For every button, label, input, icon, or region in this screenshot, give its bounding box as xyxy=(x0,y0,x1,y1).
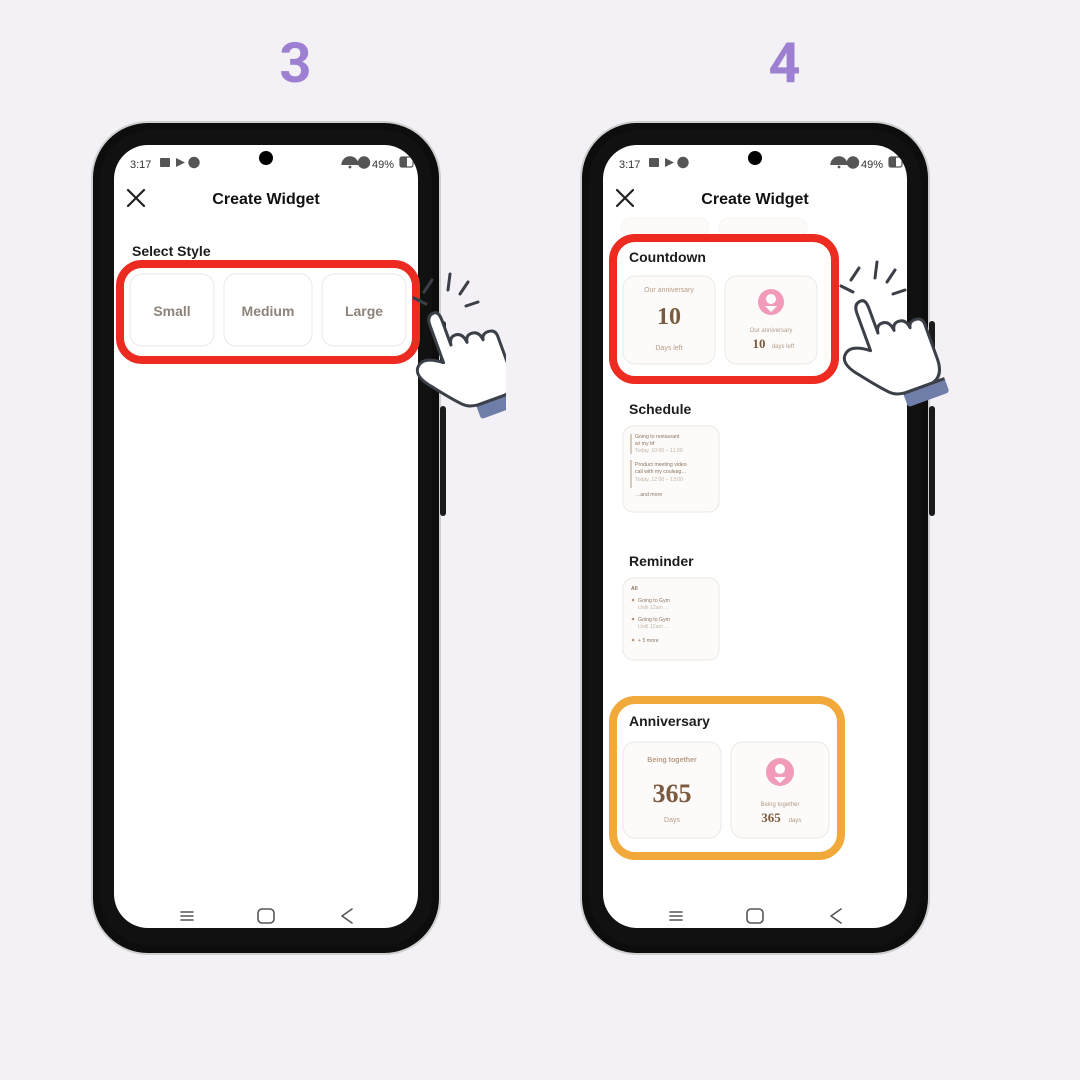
svg-text:+ 5 more: + 5 more xyxy=(638,638,659,644)
step-4-column: 4 3:17 49% xyxy=(602,0,967,1080)
anniv-b-unit: days xyxy=(788,818,801,824)
svg-text:call with my couleag…: call with my couleag… xyxy=(635,469,687,475)
countdown-a-number: 10 xyxy=(657,304,681,330)
page-title: Create Widget xyxy=(701,191,809,208)
size-small[interactable]: Small xyxy=(130,274,214,346)
countdown-title: Countdown xyxy=(629,249,706,265)
size-large[interactable]: Large xyxy=(322,274,406,346)
status-battery: 49% xyxy=(861,159,883,171)
svg-text:Going to Gym: Going to Gym xyxy=(638,598,670,604)
anniv-a-title: Being together xyxy=(647,757,697,764)
status-time: 3:17 xyxy=(130,159,151,171)
size-small-label: Small xyxy=(153,303,190,319)
anniv-b-number: 365 xyxy=(761,810,781,825)
status-battery: 49% xyxy=(372,159,394,171)
size-medium[interactable]: Medium xyxy=(224,274,312,346)
schedule-card[interactable]: Going to restaurant w/ my bf Today, 10:0… xyxy=(623,426,719,512)
select-style-title: Select Style xyxy=(132,243,211,259)
anniversary-card-a[interactable]: Being together 365 Days xyxy=(623,742,721,838)
anniv-a-days: Days xyxy=(664,817,680,824)
svg-text:…and more: …and more xyxy=(635,492,662,498)
anniversary-card-b[interactable]: Being together 365 days xyxy=(731,742,829,838)
size-large-label: Large xyxy=(344,303,382,319)
svg-text:w/ my bf: w/ my bf xyxy=(635,441,655,447)
countdown-b-number: 10 xyxy=(752,336,765,351)
svg-text:Today, 12:00 – 13:00: Today, 12:00 – 13:00 xyxy=(635,477,683,483)
countdown-a-title: Our anniversary xyxy=(644,287,694,294)
anniv-b-title: Being together xyxy=(760,802,799,808)
status-time: 3:17 xyxy=(619,159,640,171)
phone-3: 3:17 49% Creat xyxy=(86,116,506,1026)
reminder-card[interactable]: All Going to Gym Until 12am … Going to G… xyxy=(623,578,719,660)
schedule-title: Schedule xyxy=(629,401,691,417)
phone-4: 3:17 49% Create Widget xyxy=(575,116,995,1026)
size-options: Small Medium Large xyxy=(130,274,406,346)
countdown-b-unit: days left xyxy=(771,344,794,350)
anniversary-title: Anniversary xyxy=(629,713,710,729)
countdown-b-title: Our anniversary xyxy=(749,328,792,334)
countdown-card-b[interactable]: Our anniversary 10 days left xyxy=(725,276,817,364)
step-number: 3 xyxy=(279,30,311,96)
anniv-a-number: 365 xyxy=(652,779,691,808)
step-number: 4 xyxy=(768,30,800,96)
svg-text:All: All xyxy=(631,586,638,592)
svg-text:Product meeting video: Product meeting video xyxy=(635,462,687,468)
svg-text:Going to Gym: Going to Gym xyxy=(638,617,670,623)
size-medium-label: Medium xyxy=(241,303,294,319)
page-title: Create Widget xyxy=(212,191,320,208)
svg-text:Today, 10:00 – 11:00: Today, 10:00 – 11:00 xyxy=(635,448,683,454)
svg-text:Going to restaurant: Going to restaurant xyxy=(635,434,680,440)
countdown-a-daysleft: Days left xyxy=(655,345,682,352)
countdown-card-a[interactable]: Our anniversary 10 Days left xyxy=(623,276,715,364)
svg-text:Until 12am …: Until 12am … xyxy=(638,624,669,630)
step-3-column: 3 3:17 49% xyxy=(113,0,478,1080)
svg-text:Until 12am …: Until 12am … xyxy=(638,605,669,611)
reminder-title: Reminder xyxy=(629,553,694,569)
